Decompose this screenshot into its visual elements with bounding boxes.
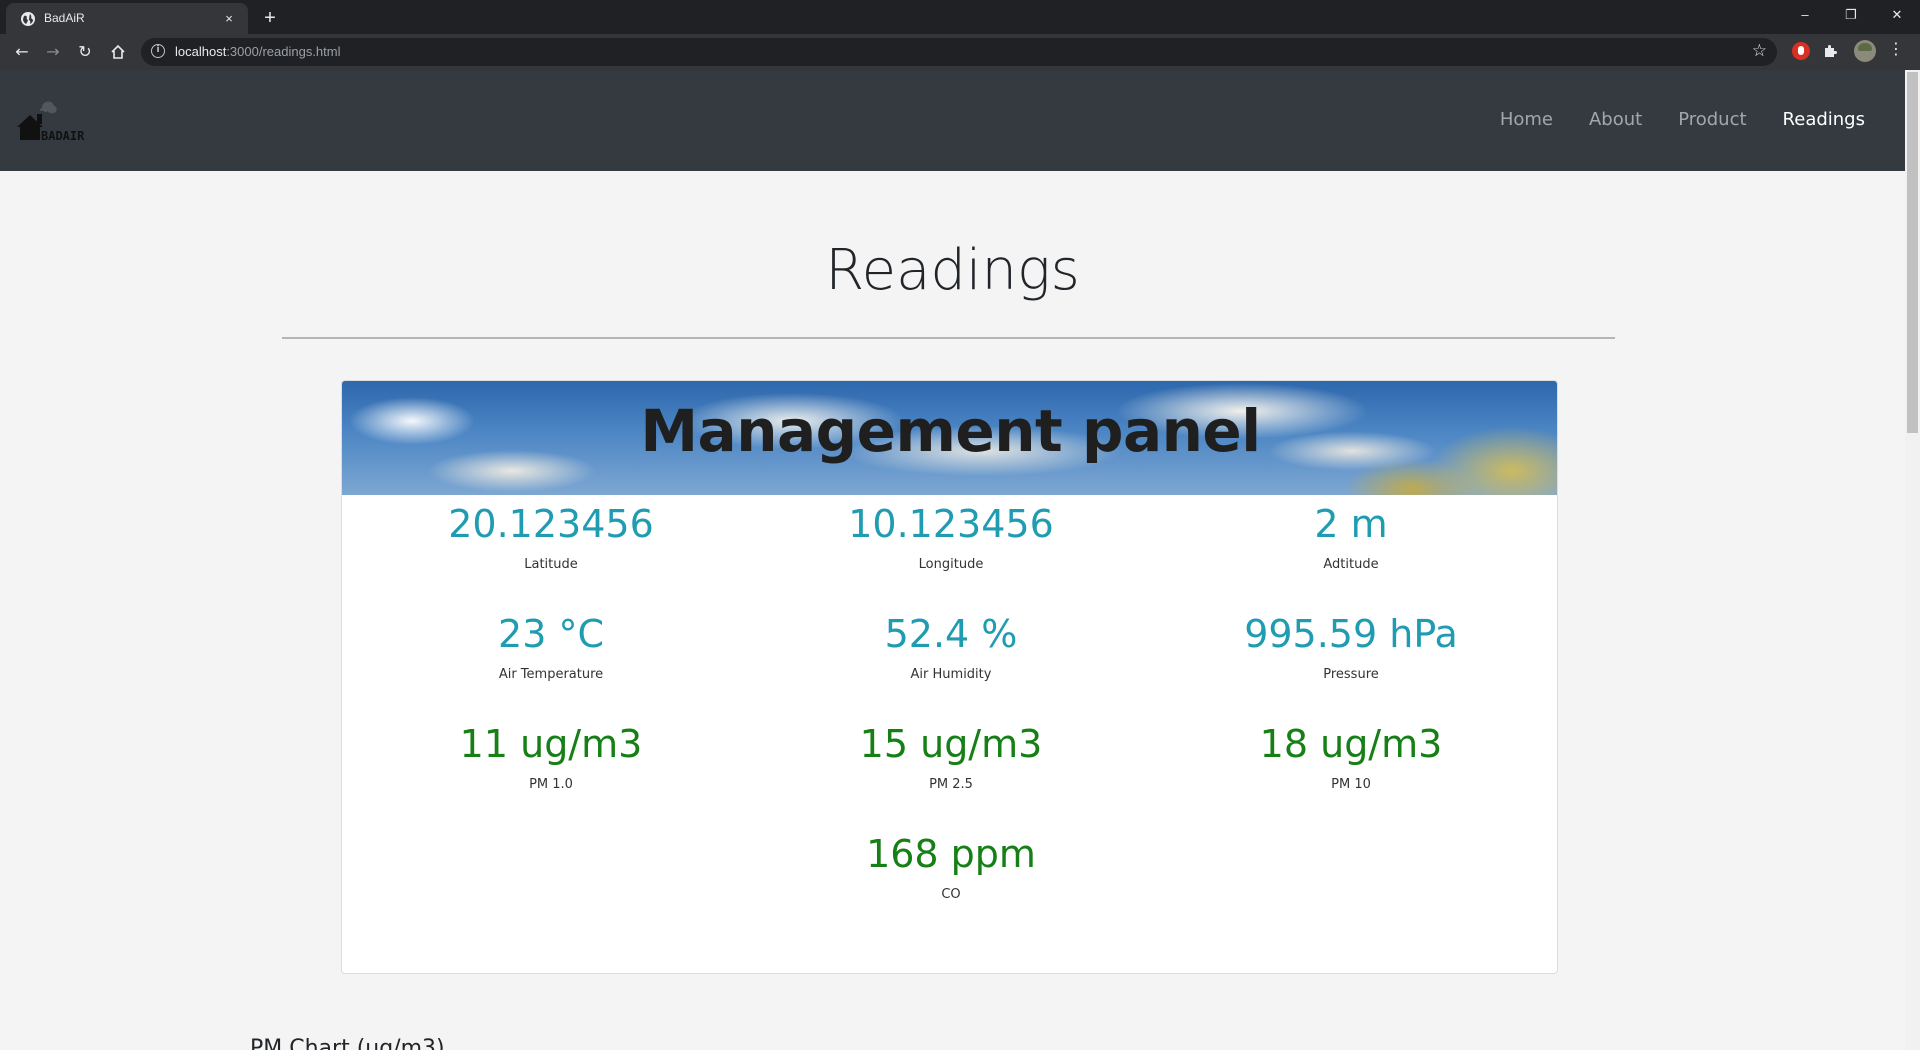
reading-label: Pressure <box>1323 667 1379 682</box>
tab-close-button[interactable]: × <box>220 10 238 28</box>
nav-links: Home About Product Readings <box>1500 109 1865 130</box>
reading-pressure: 995.59 hPa Pressure <box>1151 611 1551 682</box>
profile-avatar[interactable] <box>1854 40 1876 62</box>
reading-latitude: 20.123456 Latitude <box>351 501 751 572</box>
menu-icon[interactable]: ⋮ <box>1888 39 1904 58</box>
reading-label: CO <box>941 887 961 902</box>
reading-value: 18 ug/m3 <box>1259 722 1443 766</box>
reading-value: 20.123456 <box>448 502 654 546</box>
scrollbar-thumb[interactable] <box>1907 72 1918 433</box>
nav-about-link[interactable]: About <box>1589 109 1642 130</box>
reading-value: 23 °C <box>498 612 604 656</box>
nav-readings-link[interactable]: Readings <box>1783 109 1865 130</box>
reload-icon[interactable]: ↻ <box>73 40 97 64</box>
back-icon[interactable]: ← <box>10 40 34 64</box>
panel-title: Management panel <box>640 397 1261 465</box>
browser-toolbar: ← → ↻ i localhost:3000/readings.html ☆ ⋮ <box>0 34 1920 70</box>
close-window-button[interactable]: ✕ <box>1874 0 1920 30</box>
panel-header-sky-image: Management panel <box>342 381 1557 495</box>
reading-value: 15 ug/m3 <box>859 722 1043 766</box>
minimize-button[interactable]: – <box>1782 0 1828 30</box>
reading-co: 168 ppm CO <box>751 831 1151 902</box>
reading-air-temperature: 23 °C Air Temperature <box>351 611 751 682</box>
page-viewport: BADAIR Home About Product Readings Readi… <box>0 70 1905 1050</box>
pm-chart-heading: PM Chart (ug/m3) <box>250 1036 445 1050</box>
reading-air-humidity: 52.4 % Air Humidity <box>751 611 1151 682</box>
page-scrollbar[interactable] <box>1905 70 1920 1050</box>
title-divider <box>282 337 1615 339</box>
reading-value: 2 m <box>1314 502 1388 546</box>
reading-pm1: 11 ug/m3 PM 1.0 <box>351 721 751 792</box>
globe-icon <box>21 12 35 26</box>
info-icon[interactable]: i <box>151 44 165 58</box>
tab-title: BadAiR <box>44 11 85 25</box>
reading-label: PM 1.0 <box>529 777 573 792</box>
reading-value: 11 ug/m3 <box>459 722 643 766</box>
reading-label: Longitude <box>918 557 984 572</box>
reading-pm10: 18 ug/m3 PM 10 <box>1151 721 1551 792</box>
browser-tab[interactable]: BadAiR × <box>6 3 248 34</box>
extension-icon[interactable] <box>1792 42 1810 60</box>
restore-button[interactable]: ❐ <box>1828 0 1874 30</box>
puzzle-icon[interactable] <box>1822 39 1838 63</box>
browser-tabstrip: BadAiR × + – ❐ ✕ <box>0 0 1920 34</box>
reading-value: 10.123456 <box>848 502 1054 546</box>
site-navbar: BADAIR Home About Product Readings <box>0 70 1905 171</box>
reading-value: 168 ppm <box>866 832 1036 876</box>
logo-text: BADAIR <box>41 129 85 142</box>
reading-altitude: 2 m Adtitude <box>1151 501 1551 572</box>
url-text[interactable]: localhost:3000/readings.html <box>175 44 341 59</box>
nav-home-link[interactable]: Home <box>1500 109 1553 130</box>
badair-logo[interactable]: BADAIR <box>16 100 102 142</box>
management-panel: Management panel 20.123456 Latitude 10.1… <box>341 380 1558 974</box>
reading-longitude: 10.123456 Longitude <box>751 501 1151 572</box>
forward-icon[interactable]: → <box>41 40 65 64</box>
reading-label: Adtitude <box>1323 557 1379 572</box>
address-bar[interactable]: i localhost:3000/readings.html ☆ <box>141 38 1777 66</box>
reading-label: Air Humidity <box>910 667 992 682</box>
page-title: Readings <box>825 238 1080 303</box>
reading-label: PM 10 <box>1331 777 1371 792</box>
new-tab-button[interactable]: + <box>258 6 282 30</box>
reading-label: PM 2.5 <box>929 777 973 792</box>
reading-pm25: 15 ug/m3 PM 2.5 <box>751 721 1151 792</box>
reading-value: 995.59 hPa <box>1244 612 1458 656</box>
reading-label: Latitude <box>524 557 578 572</box>
home-icon[interactable] <box>106 40 130 64</box>
reading-value: 52.4 % <box>884 612 1018 656</box>
nav-product-link[interactable]: Product <box>1678 109 1746 130</box>
reading-label: Air Temperature <box>498 667 604 682</box>
star-icon[interactable]: ☆ <box>1752 41 1767 61</box>
